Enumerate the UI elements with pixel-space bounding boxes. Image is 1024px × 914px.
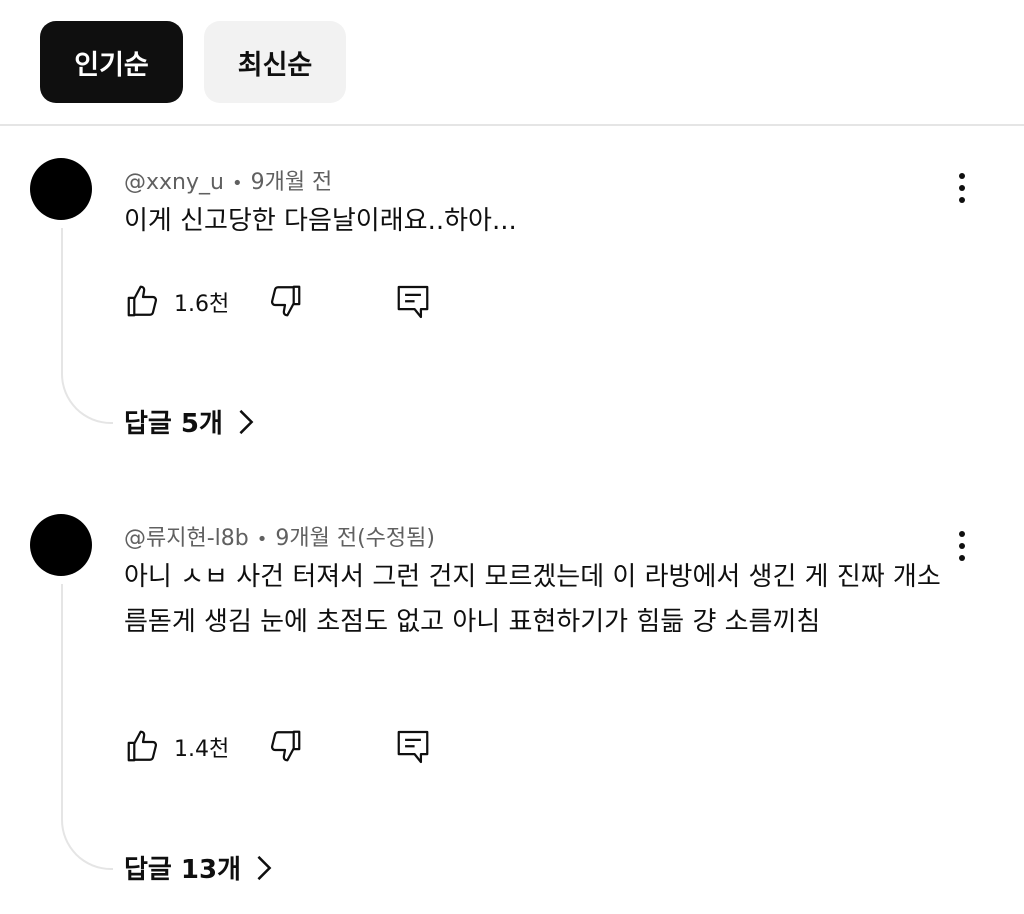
avatar[interactable]: [30, 514, 92, 576]
like-count: 1.6천: [174, 292, 230, 317]
replies-count: 답글 13개: [124, 855, 241, 885]
more-vert-icon[interactable]: [950, 526, 974, 566]
comment-author[interactable]: @xxny_u: [124, 170, 224, 195]
comment-meta: @류지현-l8b • 9개월 전(수정됨): [124, 520, 435, 552]
replies-count: 답글 5개: [124, 409, 223, 439]
comment-meta: @xxny_u • 9개월 전: [124, 164, 332, 196]
sort-bar: 인기순 최신순: [0, 0, 1024, 126]
comment-text: 아니 ㅅㅂ 사건 터져서 그런 건지 모르겠는데 이 라방에서 생긴 게 진짜 …: [124, 562, 941, 637]
sort-popular-chip[interactable]: 인기순: [40, 21, 183, 103]
thread-line: [61, 228, 113, 424]
thread-line: [61, 584, 113, 870]
comment-time[interactable]: 9개월 전: [251, 170, 333, 195]
thumb-up-icon[interactable]: [124, 727, 162, 765]
avatar[interactable]: [30, 158, 92, 220]
replies-toggle[interactable]: 답글 5개: [124, 403, 255, 440]
comment-actions: 1.4천: [124, 727, 444, 767]
comment-time[interactable]: 9개월 전(수정됨): [275, 526, 435, 551]
meta-separator: •: [256, 529, 268, 550]
reply-icon[interactable]: [394, 282, 432, 322]
replies-toggle[interactable]: 답글 13개: [124, 849, 273, 886]
comment-author[interactable]: @류지현-l8b: [124, 526, 249, 551]
sort-newest-chip[interactable]: 최신순: [204, 21, 346, 103]
chevron-right-icon: [257, 855, 272, 880]
comment-text: 이게 신고당한 다음날이래요..하아...: [124, 206, 517, 236]
thumb-down-icon[interactable]: [266, 282, 304, 320]
reply-icon[interactable]: [394, 727, 432, 767]
comment-actions: 1.6천: [124, 282, 444, 322]
thumb-down-icon[interactable]: [266, 727, 304, 765]
more-vert-icon[interactable]: [950, 168, 974, 208]
like-count: 1.4천: [174, 737, 230, 762]
thumb-up-icon[interactable]: [124, 282, 162, 320]
meta-separator: •: [231, 173, 243, 194]
chevron-right-icon: [239, 409, 254, 434]
